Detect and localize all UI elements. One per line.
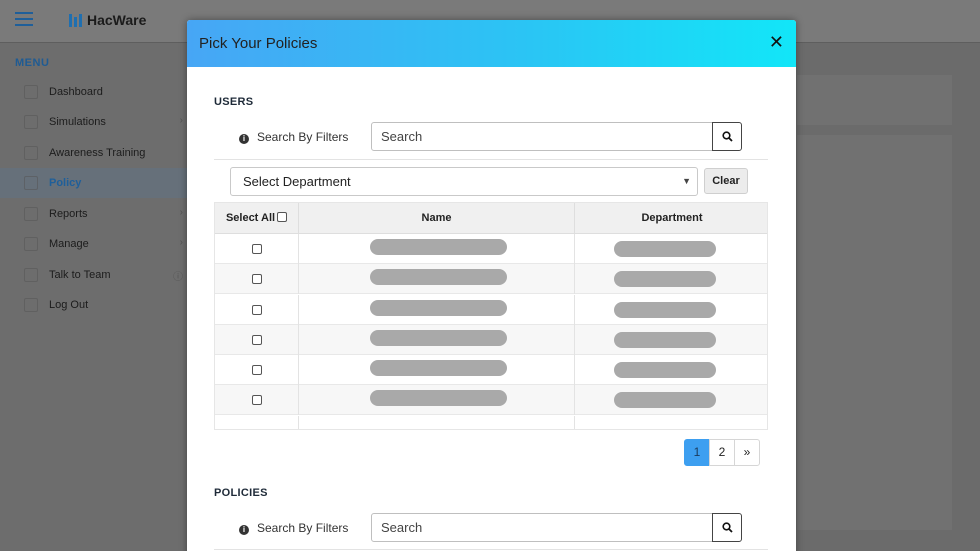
redacted-name (370, 330, 507, 346)
row-checkbox[interactable] (252, 305, 262, 315)
sidebar-item-log-out[interactable]: Log Out (0, 290, 187, 320)
sidebar-item-label: Log Out (49, 299, 89, 311)
clear-button[interactable]: Clear (704, 168, 748, 194)
users-filter-label: i Search By Filters (239, 130, 348, 144)
sidebar-item-awareness-training[interactable]: Awareness Training (0, 138, 187, 168)
reports-icon (24, 207, 38, 221)
simulations-icon (24, 115, 38, 129)
menu-title: MENU (15, 57, 50, 69)
department-select[interactable]: Select Department ▼ (230, 167, 698, 196)
policies-search-button[interactable] (712, 513, 742, 542)
redacted-department (614, 241, 716, 257)
users-table: Select All Name Department (214, 202, 768, 430)
background-panel (797, 75, 952, 125)
filter-label-text: Search By Filters (257, 521, 349, 535)
sidebar-item-label: Simulations (49, 116, 106, 128)
table-row (215, 416, 767, 429)
row-checkbox[interactable] (252, 244, 262, 254)
page-1-button[interactable]: 1 (684, 439, 710, 466)
sidebar-item-reports[interactable]: Reports › (0, 199, 187, 229)
name-column-header[interactable]: Name (299, 203, 575, 234)
redacted-name (370, 239, 507, 255)
gear-icon (24, 237, 38, 251)
search-icon (722, 522, 733, 533)
select-all-header: Select All (215, 203, 299, 234)
sidebar-item-dashboard[interactable]: Dashboard (0, 77, 187, 107)
modal-title: Pick Your Policies (199, 35, 318, 52)
dashboard-icon (24, 85, 38, 99)
logout-icon (24, 298, 38, 312)
redacted-name (370, 269, 507, 285)
policies-filter-label: i Search By Filters (239, 521, 348, 535)
table-row (215, 295, 767, 325)
chevron-icon: › (179, 207, 183, 218)
sidebar: MENU Dashboard Simulations › Awareness Tr… (0, 43, 187, 551)
hacware-logo-icon (69, 14, 82, 27)
users-search-button[interactable] (712, 122, 742, 151)
sidebar-item-manage[interactable]: Manage › (0, 229, 187, 259)
redacted-department (614, 362, 716, 378)
redacted-department (614, 271, 716, 287)
row-checkbox[interactable] (252, 395, 262, 405)
pick-policies-modal: Pick Your Policies ✕ USERS i Search By Fi… (187, 20, 796, 551)
filter-label-text: Search By Filters (257, 130, 349, 144)
background-panel (797, 135, 952, 530)
sidebar-item-label: Manage (49, 238, 89, 250)
select-all-label: Select All (225, 212, 276, 224)
department-select-value: Select Department (243, 174, 351, 189)
info-icon: ⓘ (173, 272, 183, 283)
divider (214, 159, 768, 160)
redacted-department (614, 302, 716, 318)
hamburger-menu-icon[interactable] (15, 12, 33, 26)
sidebar-item-label: Policy (49, 177, 82, 189)
users-section-title: USERS (214, 96, 254, 108)
info-icon: i (239, 525, 249, 535)
redacted-name (370, 390, 507, 406)
chevron-icon: › (179, 115, 183, 126)
sidebar-item-label: Dashboard (49, 86, 103, 98)
table-row (215, 325, 767, 355)
table-row (215, 355, 767, 385)
search-icon (722, 131, 733, 142)
next-page-button[interactable]: » (734, 439, 760, 466)
redacted-department (614, 392, 716, 408)
users-search-input[interactable] (371, 122, 714, 151)
sidebar-item-policy[interactable]: Policy (0, 168, 187, 198)
chevron-down-icon: ▼ (682, 176, 691, 186)
close-icon[interactable]: ✕ (769, 32, 784, 52)
page-2-button[interactable]: 2 (709, 439, 735, 466)
table-row (215, 264, 767, 294)
policies-search-input[interactable] (371, 513, 714, 542)
divider (214, 549, 768, 550)
table-row (215, 385, 767, 415)
training-icon (24, 146, 38, 160)
row-checkbox[interactable] (252, 274, 262, 284)
department-column-header[interactable]: Department (575, 203, 767, 234)
sidebar-item-label: Reports (49, 208, 88, 220)
redacted-name (370, 300, 507, 316)
row-checkbox[interactable] (252, 335, 262, 345)
table-header: Select All Name Department (215, 203, 767, 234)
row-checkbox[interactable] (252, 365, 262, 375)
modal-header: Pick Your Policies ✕ (187, 20, 796, 67)
select-all-checkbox[interactable] (277, 212, 288, 222)
sidebar-item-talk-to-team[interactable]: Talk to Team ⓘ (0, 260, 187, 290)
info-icon: i (239, 134, 249, 144)
sidebar-item-label: Talk to Team (49, 269, 111, 281)
redacted-department (614, 332, 716, 348)
sidebar-item-simulations[interactable]: Simulations › (0, 107, 187, 137)
policies-section-title: POLICIES (214, 487, 268, 499)
redacted-name (370, 360, 507, 376)
sidebar-item-label: Awareness Training (49, 147, 146, 159)
chat-icon (24, 268, 38, 282)
brand-logo[interactable]: HacWare (69, 12, 146, 28)
brand-name: HacWare (87, 12, 147, 28)
table-row (215, 234, 767, 264)
policy-icon (24, 176, 38, 190)
chevron-icon: › (179, 237, 183, 248)
